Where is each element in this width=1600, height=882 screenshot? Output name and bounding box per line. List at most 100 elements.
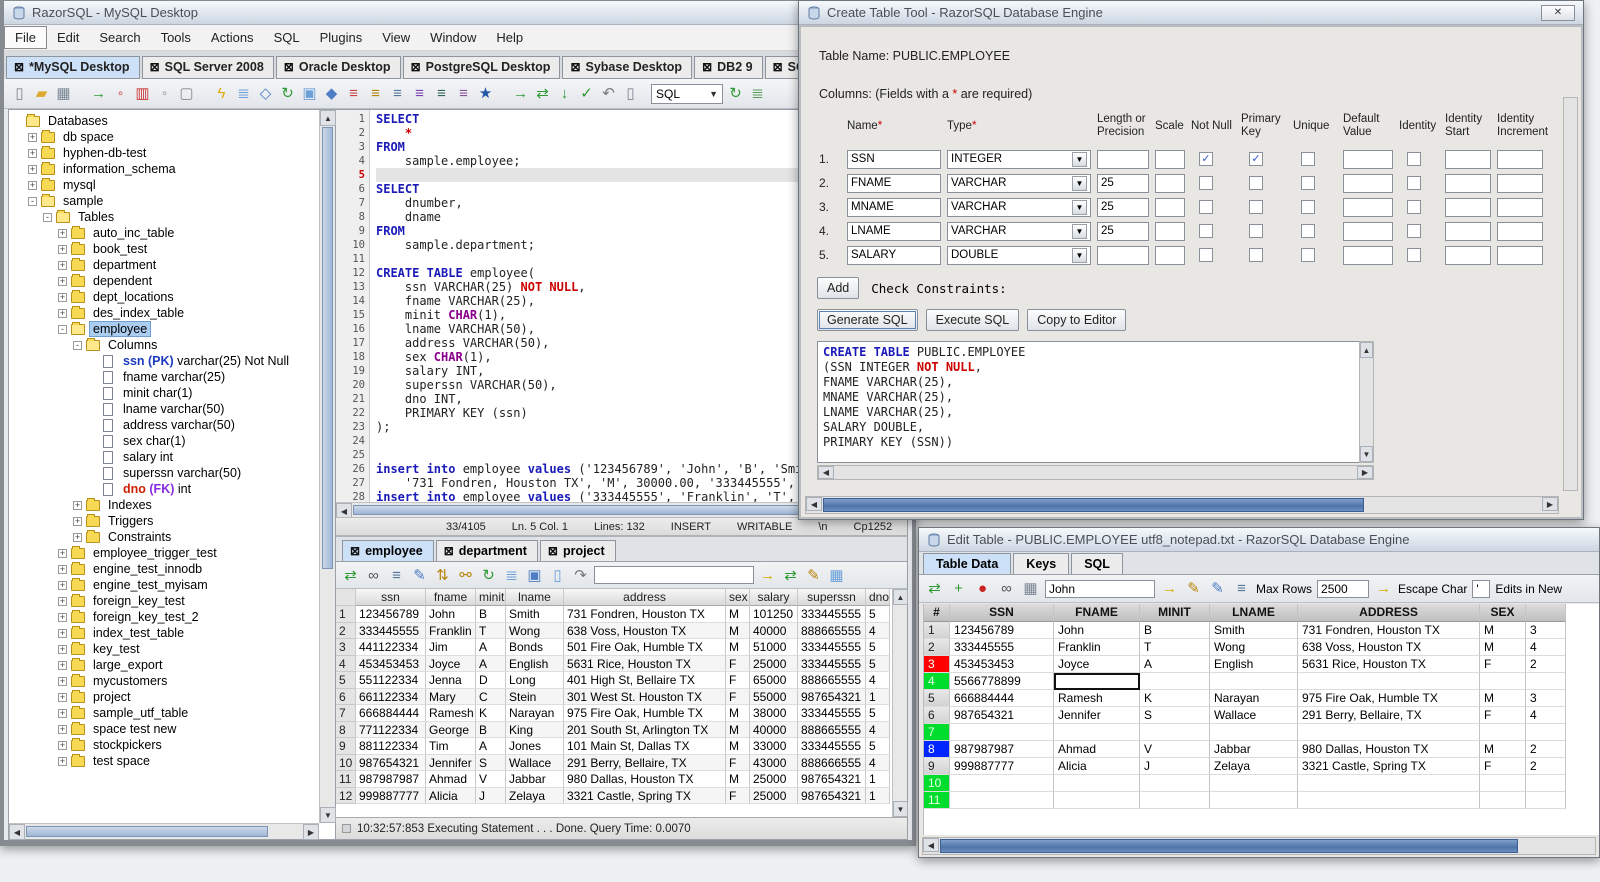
tree-item-salary-int[interactable]: salary int xyxy=(13,449,319,465)
collapse-icon[interactable]: - xyxy=(73,340,82,350)
table-row[interactable]: 4 5566778899 xyxy=(924,673,1599,690)
validate-icon[interactable]: ✓ xyxy=(577,84,596,103)
undo-icon[interactable]: ↶ xyxy=(599,84,618,103)
sql-scroll-up-icon[interactable]: ▲ xyxy=(1360,342,1373,358)
edit-table-titlebar[interactable]: Edit Table - PUBLIC.EMPLOYEE utf8_notepa… xyxy=(919,528,1599,552)
scroll-left-icon[interactable]: ◀ xyxy=(9,824,25,840)
cell[interactable]: 2 xyxy=(1526,758,1566,775)
column-header-superssn[interactable]: superssn xyxy=(798,589,866,606)
primary-key-checkbox[interactable] xyxy=(1249,176,1263,190)
recycle-icon[interactable]: ↻ xyxy=(726,84,745,103)
align-sql-icon[interactable]: ≡ xyxy=(432,84,451,103)
results-tab-project[interactable]: ⊠ project xyxy=(539,540,616,561)
menu-file[interactable]: File xyxy=(4,26,47,49)
expand-icon[interactable]: + xyxy=(58,644,67,654)
expand-icon[interactable]: + xyxy=(58,260,67,270)
max-rows-input[interactable] xyxy=(1317,579,1370,598)
edit-window-hscrollbar[interactable]: ◀ xyxy=(922,837,1596,855)
tree-item-large_export[interactable]: + large_export xyxy=(13,657,319,673)
cell[interactable]: K xyxy=(1140,690,1210,707)
tree-vscroll-thumb[interactable] xyxy=(322,127,333,570)
identity-checkbox[interactable] xyxy=(1407,176,1421,190)
table-row[interactable]: 10 987654321 Jennifer S Wallace 291 Berry, Be… xyxy=(336,754,892,771)
cell[interactable]: 731 Fondren, Houston TX xyxy=(1298,622,1480,639)
table-row[interactable]: 9 999887777 Alicia J Zelaya 3321 Castle, Spri… xyxy=(924,758,1599,775)
menu-plugins[interactable]: Plugins xyxy=(310,27,373,48)
tree-hscroll-thumb[interactable] xyxy=(26,826,268,837)
cell[interactable]: Alicia xyxy=(1054,758,1140,775)
column-header-SSN[interactable]: SSN xyxy=(950,604,1054,622)
column-header-fname[interactable]: fname xyxy=(426,589,476,606)
tree-item-indexes[interactable]: + Indexes xyxy=(13,497,319,513)
tree-item-test-space[interactable]: + test space xyxy=(13,753,319,769)
column-header-minit[interactable]: minit xyxy=(476,589,506,606)
cell[interactable] xyxy=(1054,775,1140,792)
table-row[interactable]: 3 441122334 Jim A Bonds 501 Fire Oak, Humble … xyxy=(336,639,892,656)
tree-item-employee_trigger_test[interactable]: + employee_trigger_test xyxy=(13,545,319,561)
column-name-input[interactable]: FNAME xyxy=(847,173,941,193)
connect-db-icon[interactable]: → xyxy=(89,84,108,103)
column-header-#[interactable]: # xyxy=(924,604,950,622)
identity-start-input[interactable] xyxy=(1445,173,1491,193)
tree-item-information_schema[interactable]: + information_schema xyxy=(13,161,319,177)
expand-icon[interactable]: + xyxy=(58,308,67,318)
identity-increment-input[interactable] xyxy=(1497,245,1543,265)
primary-key-checkbox[interactable]: ✓ xyxy=(1249,152,1263,166)
menu-sql[interactable]: SQL xyxy=(264,27,310,48)
generated-sql-box[interactable]: CREATE TABLE PUBLIC.EMPLOYEE (SSN INTEGER… xyxy=(817,341,1373,463)
length-input[interactable]: 25 xyxy=(1097,221,1149,241)
scroll-down-icon[interactable]: ▼ xyxy=(320,807,336,823)
cell[interactable]: M xyxy=(1480,690,1526,707)
sql-box-vscrollbar[interactable]: ▲ ▼ xyxy=(1359,341,1374,463)
expand-icon[interactable]: + xyxy=(28,180,37,190)
cell[interactable]: 123456789 xyxy=(950,622,1054,639)
add-row-icon[interactable]: + xyxy=(949,579,968,598)
page-search-icon[interactable]: ◇ xyxy=(256,84,275,103)
copy-results-icon[interactable]: ▯ xyxy=(548,566,567,585)
column-name-input[interactable]: SSN xyxy=(847,149,941,169)
default-value-input[interactable] xyxy=(1343,197,1393,217)
edit-search-input[interactable] xyxy=(1045,579,1155,598)
edit-tab-table-data[interactable]: Table Data xyxy=(923,553,1012,574)
tree-item-key_test[interactable]: + key_test xyxy=(13,641,319,657)
execute-icon[interactable]: → xyxy=(511,84,530,103)
scale-input[interactable] xyxy=(1155,173,1185,193)
cell[interactable]: 453453453 xyxy=(950,656,1054,673)
edit-tab-sql[interactable]: SQL xyxy=(1071,553,1123,574)
cell[interactable]: M xyxy=(1480,741,1526,758)
cell[interactable] xyxy=(950,724,1054,741)
close-button[interactable]: ✕ xyxy=(1541,4,1575,21)
edit-results-icon[interactable]: ✎ xyxy=(410,566,429,585)
sql-scroll-right-icon[interactable]: ▶ xyxy=(1357,466,1373,479)
column-header-FNAME[interactable]: FNAME xyxy=(1054,604,1140,622)
expand-icon[interactable]: + xyxy=(58,612,67,622)
expand-icon[interactable]: + xyxy=(73,532,82,542)
menu-tools[interactable]: Tools xyxy=(151,27,201,48)
cell[interactable]: 3321 Castle, Spring TX xyxy=(1298,758,1480,775)
cell[interactable] xyxy=(950,792,1054,809)
table-row[interactable]: 7 666884444 Ramesh K Narayan 975 Fire Oak, Hu… xyxy=(336,705,892,722)
column-header-dno[interactable]: dno xyxy=(866,589,890,606)
tree-item-superssn-varchar-50-[interactable]: superssn varchar(50) xyxy=(13,465,319,481)
export-refresh-icon[interactable]: ⇄ xyxy=(781,566,800,585)
cell[interactable]: 291 Berry, Bellaire, TX xyxy=(1298,707,1480,724)
tree-item-employee[interactable]: - employee xyxy=(13,321,319,337)
tab-close-icon[interactable]: ⊠ xyxy=(411,61,421,73)
cell[interactable]: F xyxy=(1480,758,1526,775)
connection-tab--mysql-desktop[interactable]: ⊠ *MySQL Desktop xyxy=(6,56,140,79)
results-tab-department[interactable]: ⊠ department xyxy=(435,540,538,561)
column-header-MINIT[interactable]: MINIT xyxy=(1140,604,1210,622)
tree-item-address-varchar-50-[interactable]: address varchar(50) xyxy=(13,417,319,433)
column-type-select[interactable]: INTEGER ▼ xyxy=(947,149,1091,169)
export-excel-icon[interactable]: ▦ xyxy=(827,566,846,585)
tab-close-icon[interactable]: ⊠ xyxy=(548,545,558,557)
cell[interactable] xyxy=(1526,792,1566,809)
table-row[interactable]: 5 551122334 Jenna D Long 401 High St, Bellair… xyxy=(336,672,892,689)
tree-item-columns[interactable]: - Columns xyxy=(13,337,319,353)
cell[interactable] xyxy=(1480,673,1526,690)
table-row[interactable]: 2 333445555 Franklin T Wong 638 Voss, Houston… xyxy=(336,622,892,639)
cell[interactable]: F xyxy=(1480,707,1526,724)
unique-checkbox[interactable] xyxy=(1301,152,1315,166)
editor-hscroll-thumb[interactable] xyxy=(353,505,867,515)
tree-item-sample_utf_table[interactable]: + sample_utf_table xyxy=(13,705,319,721)
